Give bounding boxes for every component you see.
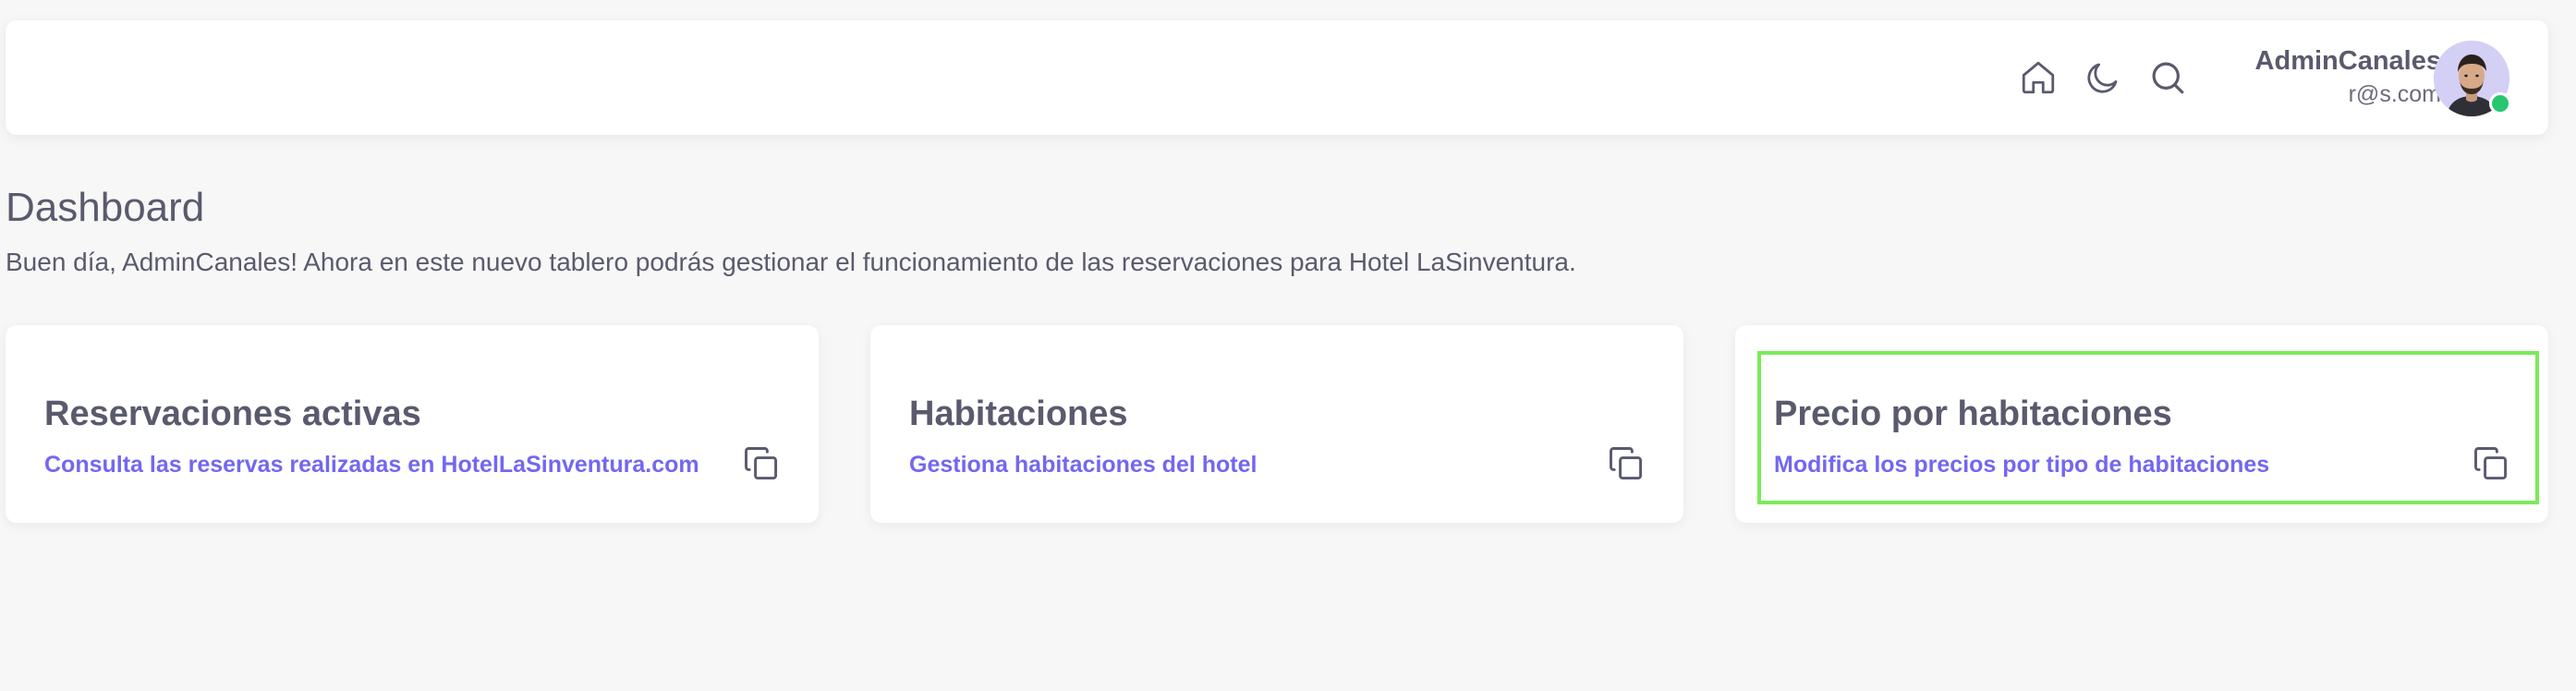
user-email: r@s.com (2348, 81, 2441, 107)
copy-icon[interactable] (1606, 443, 1646, 484)
avatar[interactable] (2434, 41, 2511, 116)
card-precio-por-habitaciones: Precio por habitaciones Modifica los pre… (1735, 325, 2548, 523)
card-habitaciones: Habitaciones Gestiona habitaciones del h… (870, 325, 1683, 523)
online-status-dot (2489, 92, 2511, 115)
card-link[interactable]: Consulta las reservas realizadas en Hote… (44, 449, 780, 480)
copy-icon[interactable] (741, 443, 782, 484)
card-title: Habitaciones (909, 394, 1128, 433)
page-title: Dashboard (6, 185, 205, 230)
copy-icon[interactable] (2471, 443, 2511, 484)
user-name: AdminCanales (2254, 46, 2441, 76)
card-link[interactable]: Gestiona habitaciones del hotel (909, 449, 1645, 480)
moon-icon[interactable] (2083, 57, 2123, 98)
card-reservaciones-activas: Reservaciones activas Consulta las reser… (6, 325, 819, 523)
page-subtitle: Buen día, AdminCanales! Ahora en este nu… (6, 248, 1576, 276)
card-title: Precio por habitaciones (1774, 394, 2172, 433)
user-info[interactable]: AdminCanales r@s.com (2255, 44, 2441, 111)
search-icon[interactable] (2147, 57, 2188, 98)
home-icon[interactable] (2018, 57, 2059, 98)
card-link[interactable]: Modifica los precios por tipo de habitac… (1774, 449, 2509, 480)
card-title: Reservaciones activas (44, 394, 421, 433)
